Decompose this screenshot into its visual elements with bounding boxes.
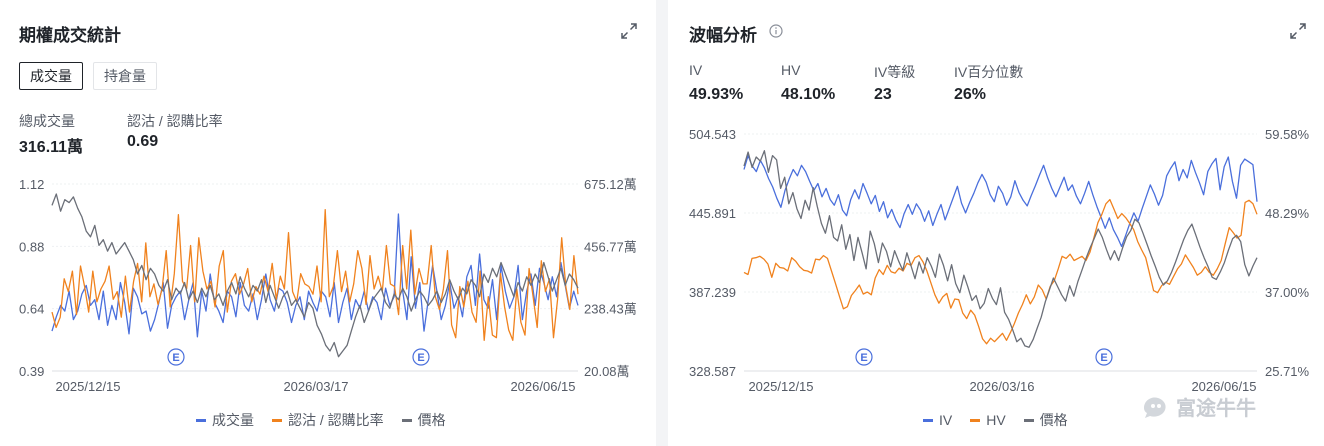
y-left-tick-label: 0.64 — [19, 302, 44, 317]
y-left-tick-label: 504.543 — [689, 127, 736, 142]
legend-item-price: 價格 — [1023, 410, 1068, 430]
legend-item-put-call-ratio: 認沽 / 認購比率 — [272, 410, 384, 430]
y-left-tick-label: 1.12 — [19, 177, 44, 192]
option-volume-panel: 期權成交統計 成交量 持倉量 總成交量 316.11萬 認沽 / 認購比率 0.… — [0, 0, 656, 446]
y-left-tick-label: 445.891 — [689, 206, 736, 221]
legend-item-iv: IV — [923, 410, 952, 430]
y-left-tick-label: 0.39 — [19, 364, 44, 379]
earnings-marker-label: E — [172, 352, 179, 364]
legend-item-price: 價格 — [401, 410, 446, 430]
legend-item-volume: 成交量 — [196, 410, 254, 430]
info-icon[interactable] — [769, 24, 783, 38]
futu-logo-icon — [1144, 396, 1166, 418]
y-right-tick-label: 37.00% — [1265, 285, 1310, 300]
y-left-tick-label: 328.587 — [689, 364, 736, 379]
x-tick-label: 2026/06/15 — [510, 379, 575, 394]
earnings-marker-label: E — [1100, 352, 1107, 364]
y-left-tick-label: 387.239 — [689, 285, 736, 300]
watermark: 富途牛牛 — [1140, 392, 1256, 421]
x-tick-label: 2026/03/16 — [969, 379, 1034, 394]
earnings-marker-label: E — [860, 352, 867, 364]
volatility-chart: 504.543 59.58% 445.891 48.29% 387.239 37.00% 3… — [689, 127, 1310, 394]
y-right-tick-label: 675.12萬 — [584, 177, 637, 192]
y-right-tick-label: 59.58% — [1265, 127, 1310, 142]
volatility-panel: 波幅分析 IV 49.93% HV 48.10% IV等級 23 IV百分位數 … — [668, 0, 1324, 446]
option-volume-chart: 1.12 675.12萬 0.88 456.77萬 0.64 238.43萬 0.39 20.… — [19, 177, 637, 394]
y-right-tick-label: 456.77萬 — [584, 239, 637, 254]
x-tick-label: 2025/12/15 — [55, 379, 120, 394]
x-tick-label: 2026/03/17 — [283, 379, 348, 394]
y-right-tick-label: 48.29% — [1265, 206, 1310, 221]
series-line-0 — [743, 154, 1258, 248]
y-right-tick-label: 20.08萬 — [584, 364, 630, 379]
series-line-2 — [51, 193, 579, 358]
y-right-tick-label: 25.71% — [1265, 364, 1310, 379]
chart-legend: IV HV 價格 — [923, 410, 1068, 430]
series-line-2 — [743, 150, 1258, 348]
chart-legend: 成交量 認沽 / 認購比率 價格 — [196, 410, 446, 430]
x-tick-label: 2025/12/15 — [748, 379, 813, 394]
watermark-text: 富途牛牛 — [1176, 398, 1256, 420]
series-line-1 — [51, 208, 579, 341]
earnings-marker-label: E — [417, 352, 424, 364]
legend-item-hv: HV — [970, 410, 1006, 430]
y-left-tick-label: 0.88 — [19, 239, 44, 254]
y-right-tick-label: 238.43萬 — [584, 302, 637, 317]
